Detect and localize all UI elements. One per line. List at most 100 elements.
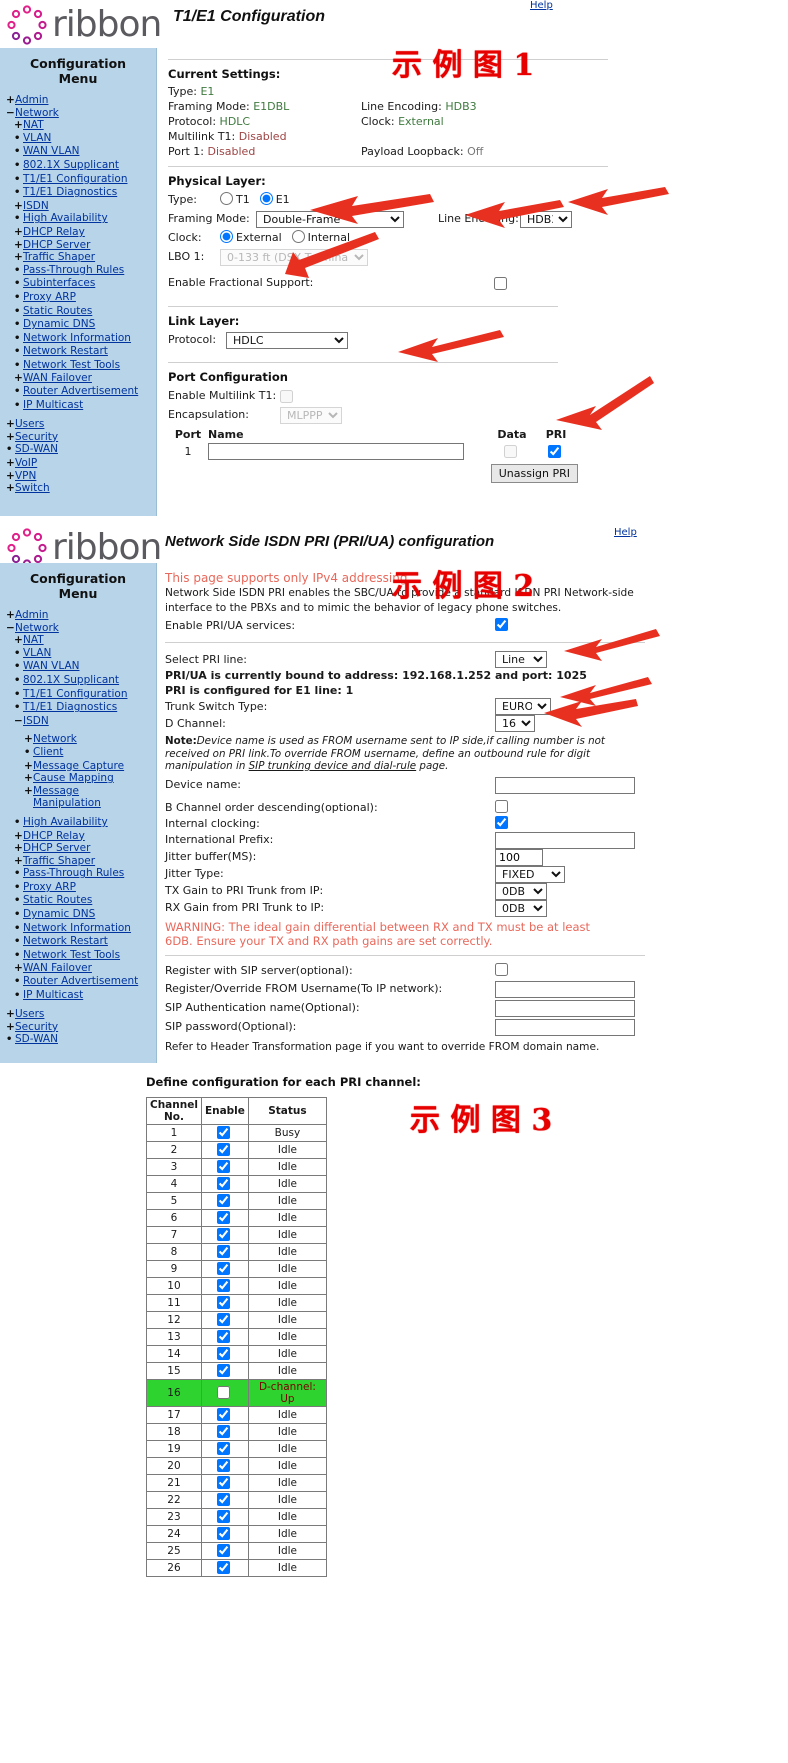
type-e1-radio-label[interactable]: E1 [259, 191, 290, 209]
channel-enable-checkbox[interactable] [216, 1527, 230, 1540]
from-username-input[interactable] [495, 980, 635, 998]
jitter-type-select[interactable]: FIXED [495, 865, 565, 883]
clock-internal-radio-label[interactable]: Internal [291, 229, 350, 247]
sip-auth-input[interactable] [495, 999, 635, 1017]
channel-enable-checkbox[interactable] [216, 1313, 230, 1326]
sidebar-item-sd-wan[interactable]: • SD-WAN [0, 443, 156, 457]
port-pri-checkbox[interactable] [548, 444, 561, 458]
sidebar-item-network[interactable]: −Network [0, 622, 156, 635]
sidebar-item-voip[interactable]: +VoIP [0, 457, 156, 470]
sip-trunking-link[interactable]: SIP trunking device and dial-rule [249, 760, 417, 772]
channel-enable-checkbox[interactable] [216, 1425, 230, 1438]
sidebar-item-wan-vlan[interactable]: • WAN VLAN [0, 145, 156, 159]
sidebar-item-t1-e1-configuration[interactable]: • T1/E1 Configuration [0, 173, 156, 187]
channel-enable-checkbox[interactable] [216, 1442, 230, 1455]
unassign-pri-button[interactable]: Unassign PRI [490, 464, 578, 483]
sidebar-item-dhcp-server[interactable]: +DHCP Server [0, 842, 156, 855]
channel-enable-checkbox[interactable] [216, 1194, 230, 1207]
channel-enable-checkbox[interactable] [216, 1510, 230, 1523]
clock-internal-radio[interactable] [291, 230, 305, 243]
sidebar-item-traffic-shaper[interactable]: +Traffic Shaper [0, 855, 156, 868]
sidebar-item-ip-multicast[interactable]: • IP Multicast [0, 989, 156, 1003]
jitter-buffer-input[interactable] [495, 848, 543, 866]
encapsulation-select[interactable]: MLPPP [280, 406, 342, 424]
channel-enable-checkbox[interactable] [216, 1408, 230, 1421]
sidebar-item-users[interactable]: +Users [0, 418, 156, 431]
sidebar-item-wan-failover[interactable]: +WAN Failover [0, 962, 156, 975]
international-prefix-input[interactable] [495, 831, 635, 849]
clock-external-radio[interactable] [220, 230, 233, 243]
channel-enable-checkbox[interactable] [216, 1347, 230, 1360]
sidebar-item-wan-failover[interactable]: +WAN Failover [0, 372, 156, 385]
sidebar-item-isdn[interactable]: +ISDN [0, 200, 156, 213]
sidebar-item-security[interactable]: +Security [0, 1021, 156, 1034]
help-link-2[interactable]: Help [614, 527, 637, 538]
channel-enable-checkbox[interactable] [216, 1544, 230, 1557]
lbo-select[interactable]: 0-133 ft (DSX Terminal) [220, 248, 368, 266]
channel-enable-checkbox[interactable] [216, 1228, 230, 1241]
enable-priua-checkbox[interactable] [495, 618, 508, 631]
sidebar-item-vlan[interactable]: • VLAN [0, 132, 156, 146]
sidebar-item-switch[interactable]: +Switch [0, 482, 156, 495]
channel-enable-checkbox[interactable] [216, 1279, 230, 1292]
sidebar-item-router-advertisement[interactable]: • Router Advertisement [0, 975, 156, 989]
sidebar-item-vpn[interactable]: +VPN [0, 470, 156, 483]
sidebar-item-client[interactable]: • Client [0, 746, 156, 760]
channel-enable-checkbox[interactable] [216, 1476, 230, 1489]
b-channel-order-checkbox[interactable] [495, 799, 508, 813]
sidebar-item-router-advertisement[interactable]: • Router Advertisement [0, 385, 156, 399]
help-link[interactable]: Help [530, 0, 553, 11]
sidebar-item-802-1x-supplicant[interactable]: • 802.1X Supplicant [0, 674, 156, 688]
sidebar-item-network-test-tools[interactable]: • Network Test Tools [0, 359, 156, 373]
sidebar-item-t1-e1-diagnostics[interactable]: • T1/E1 Diagnostics [0, 186, 156, 200]
channel-enable-checkbox[interactable] [216, 1211, 230, 1224]
sip-password-input[interactable] [495, 1018, 635, 1036]
sidebar-item-vlan[interactable]: • VLAN [0, 647, 156, 661]
rx-gain-select[interactable]: 0DB [495, 899, 547, 917]
sidebar-item-network-information[interactable]: • Network Information [0, 922, 156, 936]
trunk-switch-type-select[interactable]: EURO [495, 698, 551, 715]
sidebar-item-dhcp-server[interactable]: +DHCP Server [0, 239, 156, 252]
sidebar-item-admin[interactable]: +Admin [0, 94, 156, 107]
type-t1-radio-label[interactable]: T1 [220, 191, 250, 209]
sidebar-item-proxy-arp[interactable]: • Proxy ARP [0, 291, 156, 305]
sidebar-item-isdn[interactable]: −ISDN [0, 715, 156, 728]
sidebar-item-pass-through-rules[interactable]: • Pass-Through Rules [0, 867, 156, 881]
sidebar-item-wan-vlan[interactable]: • WAN VLAN [0, 660, 156, 674]
channel-enable-checkbox[interactable] [216, 1245, 230, 1258]
port-data-checkbox[interactable] [504, 444, 517, 458]
line-encoding-select[interactable]: HDB3 [520, 210, 572, 228]
sidebar-item-dhcp-relay[interactable]: +DHCP Relay [0, 226, 156, 239]
channel-enable-checkbox[interactable] [216, 1459, 230, 1472]
sidebar-item-message-capture[interactable]: +Message Capture [0, 760, 156, 773]
sidebar-item-network[interactable]: +Network [0, 733, 156, 746]
sidebar-item-network-restart[interactable]: • Network Restart [0, 345, 156, 359]
sidebar-item-t1-e1-diagnostics[interactable]: • T1/E1 Diagnostics [0, 701, 156, 715]
link-protocol-select[interactable]: HDLC [226, 331, 348, 349]
sidebar-item-message[interactable]: +Message [0, 785, 156, 798]
channel-enable-checkbox[interactable] [216, 1561, 230, 1574]
internal-clocking-checkbox[interactable] [495, 815, 508, 829]
sidebar-item-pass-through-rules[interactable]: • Pass-Through Rules [0, 264, 156, 278]
sidebar-item-dhcp-relay[interactable]: +DHCP Relay [0, 830, 156, 843]
framing-mode-select[interactable]: Double-Frame [256, 210, 404, 228]
sidebar-item-subinterfaces[interactable]: • Subinterfaces [0, 277, 156, 291]
type-e1-radio[interactable] [259, 192, 273, 205]
sidebar-item-users[interactable]: +Users [0, 1008, 156, 1021]
sidebar-item-manipulation[interactable]: Manipulation [0, 797, 156, 810]
sidebar-item-high-availability[interactable]: • High Availability [0, 816, 156, 830]
sidebar-item-dynamic-dns[interactable]: • Dynamic DNS [0, 318, 156, 332]
sidebar-item-proxy-arp[interactable]: • Proxy ARP [0, 881, 156, 895]
channel-enable-checkbox[interactable] [216, 1177, 230, 1190]
sidebar-item-network[interactable]: −Network [0, 107, 156, 120]
sidebar-item-static-routes[interactable]: • Static Routes [0, 305, 156, 319]
sidebar-item-high-availability[interactable]: • High Availability [0, 212, 156, 226]
channel-enable-checkbox[interactable] [216, 1364, 230, 1377]
d-channel-select[interactable]: 16 [495, 715, 535, 732]
tx-gain-select[interactable]: 0DB [495, 882, 547, 900]
sidebar-item-network-restart[interactable]: • Network Restart [0, 935, 156, 949]
channel-enable-checkbox[interactable] [216, 1160, 230, 1173]
sidebar-item-sd-wan[interactable]: • SD-WAN [0, 1033, 156, 1047]
type-t1-radio[interactable] [220, 192, 233, 205]
channel-enable-checkbox[interactable] [216, 1493, 230, 1506]
